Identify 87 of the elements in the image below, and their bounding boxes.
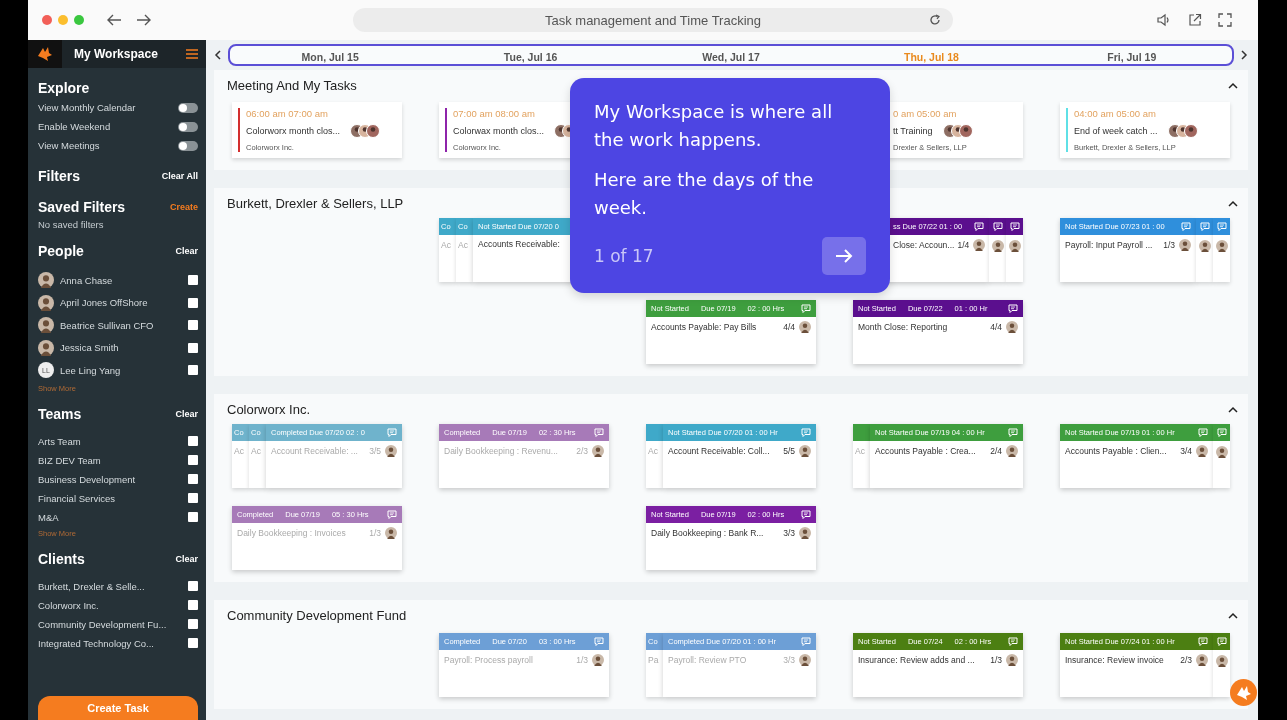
subtask-count: 2/3 <box>1180 655 1192 665</box>
meeting-time: 04:00 am 05:00 am <box>1074 108 1157 119</box>
subtask-count: 1/3 <box>369 528 381 538</box>
section-title: People <box>38 243 84 259</box>
day-tab[interactable]: Tue, Jul 16 <box>430 51 631 63</box>
filter-option: Community Development Fu... <box>38 618 167 630</box>
section-title: Community Development Fund <box>227 608 407 624</box>
subtask-count: 4/4 <box>783 322 795 332</box>
task-title: Daily Bookkeeping : Bank R... <box>651 528 764 538</box>
toggle-label: View Meetings <box>38 140 100 151</box>
task-title: Daily Bookkeeping : Invoices <box>237 528 346 538</box>
subtask-count: 1/3 <box>990 655 1002 665</box>
task-title: Account Receivable: Coll... <box>668 446 770 456</box>
section-title: Clients <box>38 550 85 567</box>
subtask-count: 3/3 <box>783 528 795 538</box>
workspace-title: My Workspace <box>74 47 159 61</box>
filter-option: Colorworx Inc. <box>38 599 99 611</box>
filter-option: Anna Chase <box>60 274 113 286</box>
task-title: Daily Bookkeeping : Revenu... <box>444 446 558 456</box>
day-tab[interactable]: Mon, Jul 15 <box>230 51 431 63</box>
subtask-count: 3/5 <box>369 446 381 456</box>
section-title: Burkett, Drexler & Sellers, LLP <box>227 196 404 211</box>
task-title: Payroll: Review PTO <box>668 655 747 665</box>
address-bar[interactable]: Task management and Time Tracking <box>353 8 953 32</box>
subtask-count: 1/4 <box>957 240 970 250</box>
task-title: Pa <box>647 654 660 665</box>
page-title: Task management and Time Tracking <box>544 12 762 28</box>
subtask-count: 2/3 <box>576 446 588 456</box>
task-title: Ac <box>457 239 469 250</box>
task-title: Ac <box>250 445 262 456</box>
clear-link[interactable]: Clear <box>175 246 198 256</box>
task-title: Account Receivable: ... <box>271 446 358 456</box>
subtask-count: 3/4 <box>1180 446 1192 456</box>
toggle-label: View Monthly Calendar <box>38 102 136 113</box>
day-tab[interactable]: Fri, Jul 19 <box>1031 51 1232 63</box>
task-title: Month Close: Reporting <box>858 322 948 332</box>
subtask-count: 2/4 <box>990 446 1002 456</box>
filter-option: Jessica Smith <box>60 342 119 354</box>
meeting-time: 0 am 05:00 am <box>893 108 958 119</box>
task-title: Insurance: Review invoice <box>1065 655 1164 665</box>
day-tab[interactable]: Wed, Jul 17 <box>630 51 832 63</box>
task-title: Payroll: Process payroll <box>444 655 533 665</box>
subtask-count: 1/3 <box>1163 240 1175 250</box>
task-title: Accounts Payable: Pay Bills <box>651 322 757 332</box>
task-title: Ac <box>233 445 245 456</box>
filter-option: Business Development <box>38 473 136 485</box>
section-title: Meeting And My Tasks <box>227 78 357 93</box>
clear-link[interactable]: Clear <box>175 553 198 564</box>
filter-option: Integrated Technology Co... <box>38 637 154 649</box>
meeting-time: 06:00 am 07:00 am <box>246 108 329 119</box>
filter-option: M&A <box>38 511 59 523</box>
task-title: Accounts Payable : Crea... <box>875 446 976 456</box>
filter-option: April Jones OffShore <box>60 297 148 309</box>
filter-option: Financial Services <box>38 492 116 504</box>
section-title: Teams <box>38 405 82 422</box>
task-title: Accounts Receivable: <box>478 239 560 249</box>
subtask-count: 1/3 <box>576 655 588 665</box>
filter-option: Arts Team <box>38 435 81 447</box>
subtask-count: 3/3 <box>783 655 795 665</box>
clear-all-link[interactable]: Clear All <box>161 171 198 181</box>
meeting-title: Colorwax month clos... <box>453 126 545 136</box>
task-title: Ac <box>854 445 866 456</box>
filter-option: Burkett, Drexler & Selle... <box>38 580 145 592</box>
section-title: Filters <box>38 168 80 184</box>
meeting-title: tt Training <box>893 126 933 136</box>
create-link[interactable]: Create <box>170 202 198 212</box>
subtask-count: 4/4 <box>990 322 1002 332</box>
section-title: Colorworx Inc. <box>227 402 311 417</box>
clear-link[interactable]: Clear <box>175 408 198 419</box>
tooltip-text: Here are the days of the week. <box>594 168 815 220</box>
meeting-title: Colorworx month clos... <box>246 126 341 136</box>
empty-message: No saved filters <box>38 219 105 230</box>
meeting-time: 07:00 am 08:00 am <box>453 108 536 119</box>
filter-option: BIZ DEV Team <box>38 454 101 466</box>
task-title: Ac <box>647 445 659 456</box>
section-title: Saved Filters <box>38 199 126 215</box>
subtask-count: 5/5 <box>783 446 795 456</box>
task-title: Accounts Payable : Clien... <box>1065 446 1167 456</box>
task-title: Close: Accoun... <box>893 240 955 250</box>
task-title: Ac <box>440 239 452 250</box>
task-title: Insurance: Review adds and ... <box>858 655 975 665</box>
section-title: Explore <box>38 80 90 96</box>
toggle-label: Enable Weekend <box>38 121 111 132</box>
task-title: Payroll: Input Payroll ... <box>1065 240 1153 250</box>
meeting-title: End of week catch ... <box>1074 126 1158 136</box>
filter-option: Lee Ling Yang <box>60 364 121 376</box>
filter-option: Beatrice Sullivan CFO <box>60 319 154 331</box>
